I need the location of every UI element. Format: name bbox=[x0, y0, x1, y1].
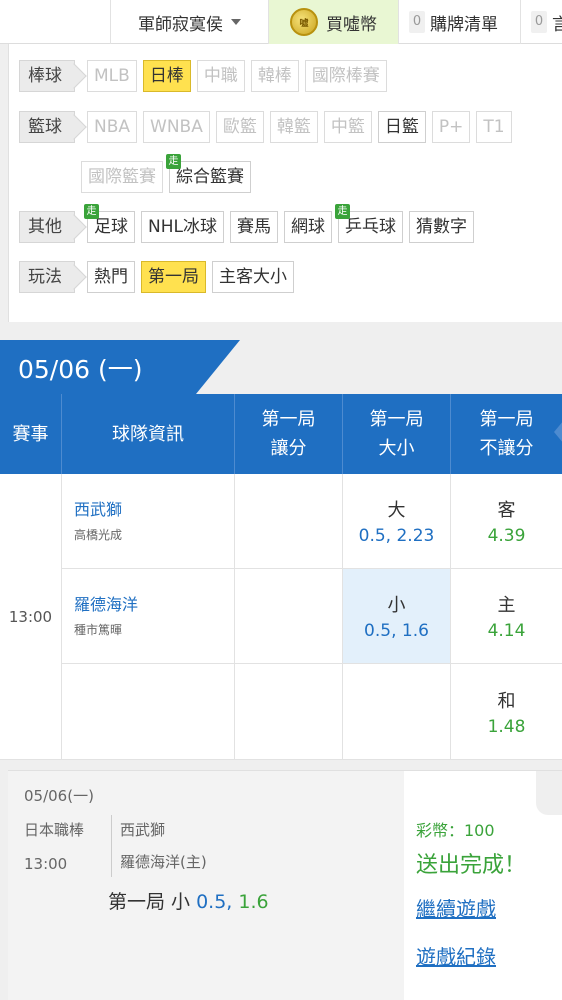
continue-game-link[interactable]: 繼續遊戲 bbox=[416, 893, 496, 922]
chip-soccer[interactable]: 走 足球 bbox=[84, 204, 135, 243]
pitcher-name: 高橋光成 bbox=[74, 528, 123, 542]
chip-soccer-label: 足球 bbox=[94, 217, 128, 237]
col-total: 第一局 大小 bbox=[343, 394, 451, 474]
moneyline-away-cell[interactable]: 客 4.39 bbox=[451, 474, 562, 569]
chip-nhl[interactable]: NHL冰球 bbox=[141, 211, 224, 243]
filter-row-baseball: 棒球 MLB 日棒 中職 韓棒 國際棒賽 bbox=[19, 60, 393, 92]
chip-kbo[interactable]: 韓棒 bbox=[250, 60, 299, 92]
match-time: 13:00 bbox=[0, 474, 62, 760]
more-button[interactable]: 0 言 bbox=[520, 0, 562, 44]
date-tab: 05/06 (一) bbox=[0, 340, 562, 394]
more-label: 言 bbox=[552, 14, 562, 35]
chip-t1[interactable]: T1 bbox=[476, 111, 512, 143]
date-label: 05/06 (一) bbox=[18, 355, 143, 384]
odds-table-header: 賽事 球隊資訊 第一局 讓分 第一局 大小 第一局 不讓分 bbox=[0, 394, 562, 474]
handicap-cell bbox=[235, 664, 343, 760]
filter-row-basketball: 籃球 NBA WNBA 歐籃 韓籃 中籃 日籃 P+ T1 bbox=[19, 111, 518, 143]
coin-balance: 彩幣：100 bbox=[416, 821, 495, 840]
col-team: 球隊資訊 bbox=[62, 394, 235, 474]
chip-intl-basketball[interactable]: 國際籃賽 bbox=[81, 161, 163, 193]
sport-filter-panel: 棒球 MLB 日棒 中職 韓棒 國際棒賽 籃球 NBA WNBA 歐籃 韓籃 中… bbox=[8, 44, 562, 322]
slip-bet: 第一局 小 0.5, 1.6 bbox=[108, 891, 269, 913]
buy-coins-label: 買噓幣 bbox=[326, 14, 377, 35]
filter-row-other: 其他 走 足球 NHL冰球 賽馬 網球 走 乒乓球 猜數字 bbox=[19, 204, 480, 243]
live-badge: 走 bbox=[334, 204, 350, 219]
chip-pplus[interactable]: P+ bbox=[431, 111, 471, 143]
chip-tennis[interactable]: 網球 bbox=[283, 211, 332, 243]
pitcher-name: 種市篤暉 bbox=[74, 623, 123, 637]
cart-count: 0 bbox=[409, 11, 425, 33]
handicap-cell[interactable] bbox=[235, 474, 343, 569]
chip-home-away-total[interactable]: 主客大小 bbox=[212, 261, 294, 293]
team-name[interactable]: 西武獅 bbox=[74, 496, 234, 520]
col-moneyline: 第一局 不讓分 bbox=[451, 394, 562, 474]
handicap-cell[interactable] bbox=[235, 569, 343, 664]
slip-time: 13:00 bbox=[24, 855, 68, 873]
chip-cpbl[interactable]: 中職 bbox=[196, 60, 245, 92]
chevron-down-icon bbox=[231, 19, 241, 25]
team-home: 羅德海洋 種市篤暉 bbox=[62, 569, 235, 664]
chip-intl-baseball[interactable]: 國際棒賽 bbox=[304, 60, 387, 92]
chip-nba[interactable]: NBA bbox=[87, 111, 138, 143]
buy-coins-button[interactable]: 噓 買噓幣 bbox=[268, 0, 398, 44]
coin-icon: 噓 bbox=[290, 8, 318, 36]
chip-guess-number[interactable]: 猜數字 bbox=[408, 211, 474, 243]
more-count: 0 bbox=[531, 11, 547, 33]
total-over-cell[interactable]: 大 0.5, 2.23 bbox=[343, 474, 451, 569]
chip-table-tennis[interactable]: 走 乒乓球 bbox=[334, 204, 403, 243]
chip-first-inning[interactable]: 第一局 bbox=[141, 261, 206, 293]
slip-team-home: 羅德海洋(主) bbox=[120, 853, 207, 871]
odds-table-body: 13:00 西武獅 高橋光成 羅德海洋 種市篤暉 大 0.5, 2.23 小 0… bbox=[0, 474, 562, 760]
chip-mixed-basketball[interactable]: 走 綜合籃賽 bbox=[166, 154, 251, 193]
team-empty bbox=[62, 664, 235, 760]
col-handicap: 第一局 讓分 bbox=[235, 394, 343, 474]
chip-table-tennis-label: 乒乓球 bbox=[344, 217, 396, 237]
col-event: 賽事 bbox=[0, 394, 62, 474]
filter-head-other: 其他 bbox=[19, 211, 75, 243]
filter-row-play: 玩法 熱門 第一局 主客大小 bbox=[19, 261, 300, 293]
bet-slip: 05/06(一) 日本職棒 13:00 西武獅 羅德海洋(主) 第一局 小 0.… bbox=[8, 770, 562, 1000]
filter-head-baseball: 棒球 bbox=[19, 60, 75, 92]
filter-head-play: 玩法 bbox=[19, 261, 75, 293]
chip-korea-basketball[interactable]: 韓籃 bbox=[269, 111, 318, 143]
chip-wnba[interactable]: WNBA bbox=[143, 111, 210, 143]
top-bar: 軍師寂寞侯 噓 買噓幣 0 購牌清單 0 言 bbox=[0, 0, 562, 44]
filter-head-basketball: 籃球 bbox=[19, 111, 75, 143]
total-under-cell[interactable]: 小 0.5, 1.6 bbox=[343, 569, 451, 664]
slip-date: 05/06(一) bbox=[24, 787, 94, 805]
total-empty-cell bbox=[343, 664, 451, 760]
moneyline-home-cell[interactable]: 主 4.14 bbox=[451, 569, 562, 664]
team-away: 西武獅 高橋光成 bbox=[62, 474, 235, 569]
cart-label: 購牌清單 bbox=[430, 14, 498, 35]
chip-hot[interactable]: 熱門 bbox=[87, 261, 135, 293]
chip-mixed-basketball-label: 綜合籃賽 bbox=[176, 167, 244, 187]
game-history-link[interactable]: 遊戲紀錄 bbox=[416, 941, 496, 970]
user-menu[interactable]: 軍師寂寞侯 bbox=[110, 0, 268, 44]
chip-china-basketball[interactable]: 中籃 bbox=[323, 111, 372, 143]
slip-team-away: 西武獅 bbox=[120, 821, 166, 839]
moneyline-draw-cell[interactable]: 和 1.48 bbox=[451, 664, 562, 760]
submit-done-message: 送出完成！ bbox=[416, 853, 527, 878]
chip-mlb[interactable]: MLB bbox=[87, 60, 137, 92]
user-name: 軍師寂寞侯 bbox=[138, 14, 223, 35]
chip-horse-racing[interactable]: 賽馬 bbox=[229, 211, 278, 243]
bet-slip-details: 05/06(一) 日本職棒 13:00 西武獅 羅德海洋(主) 第一局 小 0.… bbox=[8, 771, 404, 1000]
team-name[interactable]: 羅德海洋 bbox=[74, 591, 234, 615]
live-badge: 走 bbox=[166, 154, 181, 169]
scroll-arrow-icon[interactable] bbox=[554, 420, 562, 444]
chip-euro-basketball[interactable]: 歐籃 bbox=[215, 111, 264, 143]
chip-npb[interactable]: 日棒 bbox=[142, 60, 191, 92]
filter-row-basketball-2: 國際籃賽 走 綜合籃賽 bbox=[81, 154, 257, 193]
chip-japan-basketball[interactable]: 日籃 bbox=[377, 111, 426, 143]
live-badge: 走 bbox=[84, 204, 99, 219]
slip-league: 日本職棒 bbox=[24, 821, 85, 839]
cart-button[interactable]: 0 購牌清單 bbox=[398, 0, 520, 44]
bet-slip-result: 彩幣：100 送出完成！ 繼續遊戲 遊戲紀錄 bbox=[404, 771, 562, 1000]
